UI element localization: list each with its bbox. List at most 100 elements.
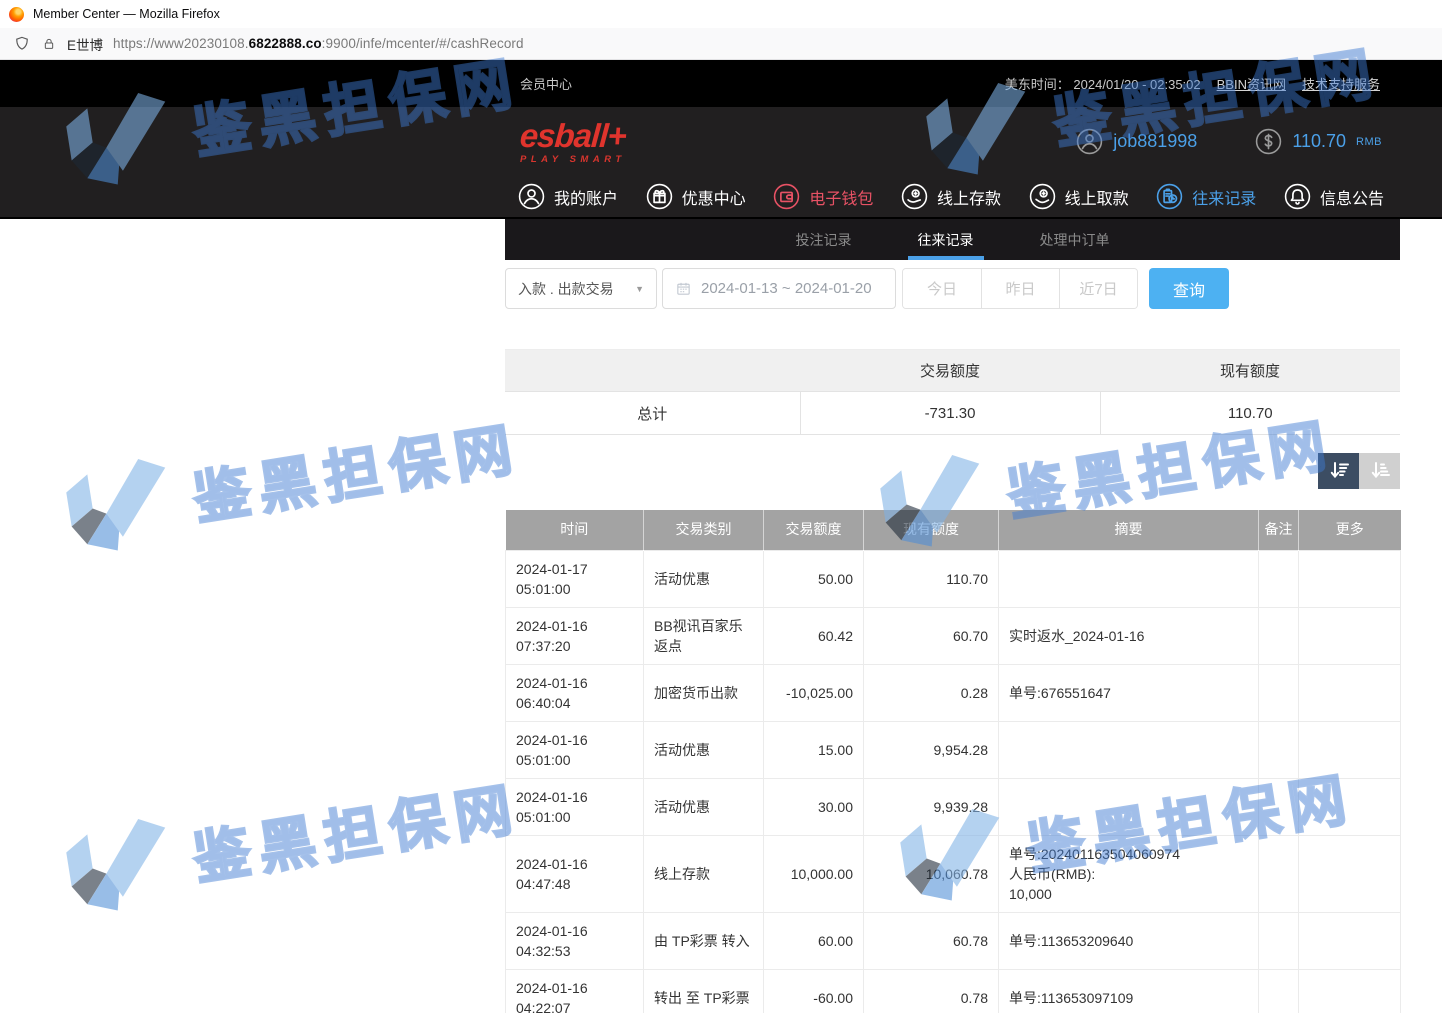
withdraw-icon xyxy=(1029,183,1056,210)
cell-balance: 9,954.28 xyxy=(864,721,999,778)
summary-transaction-total: -731.30 xyxy=(800,392,1100,435)
cell-time: 2024-01-16 07:37:20 xyxy=(506,607,644,664)
bell-icon xyxy=(1284,183,1311,210)
member-center-label[interactable]: 会员中心 xyxy=(520,74,572,93)
watermark: 鉴黑担保网 xyxy=(53,752,528,927)
summary-header-balance: 现有额度 xyxy=(1100,350,1400,392)
sort-asc-icon xyxy=(1368,459,1392,483)
cell-balance: 110.70 xyxy=(864,550,999,607)
site-header: esball+ PLAY SMART job881998 110.70 RMB xyxy=(0,107,1442,176)
cell-more xyxy=(1299,550,1401,607)
records-table: 时间 交易类别 交易额度 现有额度 摘要 备注 更多 2024-01-17 05… xyxy=(505,510,1401,1013)
quick-date-group: 今日 昨日 近7日 xyxy=(902,268,1138,309)
tech-support-link[interactable]: 技术支持服务 xyxy=(1302,74,1380,93)
nav-item-my-account[interactable]: 我的账户 xyxy=(518,183,618,210)
summary-row: 总计 -731.30 110.70 xyxy=(505,392,1400,435)
filter-row: 入款 . 出款交易 ▼ 2024-01-13 ~ 2024-01-20 今日 昨… xyxy=(505,268,1400,309)
cell-type: 由 TP彩票 转入 xyxy=(644,912,764,969)
cell-more xyxy=(1299,835,1401,912)
search-button[interactable]: 查询 xyxy=(1149,268,1229,309)
cell-time: 2024-01-16 04:22:07 xyxy=(506,969,644,1013)
cell-memo xyxy=(999,550,1259,607)
cell-memo xyxy=(999,721,1259,778)
watermark-logo-icon xyxy=(53,446,186,567)
cell-type: 活动优惠 xyxy=(644,550,764,607)
nav-item-promotions[interactable]: 优惠中心 xyxy=(646,183,746,210)
window-titlebar: Member Center — Mozilla Firefox xyxy=(0,0,1442,28)
tab-pending-orders[interactable]: 处理中订单 xyxy=(1030,219,1120,260)
cell-time: 2024-01-16 05:01:00 xyxy=(506,721,644,778)
sub-nav: 投注记录 往来记录 处理中订单 xyxy=(505,219,1400,260)
nav-item-withdraw[interactable]: 线上取款 xyxy=(1029,183,1129,210)
transaction-type-select[interactable]: 入款 . 出款交易 ▼ xyxy=(505,268,657,309)
gift-icon xyxy=(646,183,673,210)
sort-desc-icon xyxy=(1327,459,1351,483)
site-label: E世博 xyxy=(67,34,103,54)
lock-icon[interactable] xyxy=(41,36,57,52)
cell-time: 2024-01-17 05:01:00 xyxy=(506,550,644,607)
cell-balance: 0.78 xyxy=(864,969,999,1013)
cell-time: 2024-01-16 04:47:48 xyxy=(506,835,644,912)
table-header-row: 时间 交易类别 交易额度 现有额度 摘要 备注 更多 xyxy=(506,510,1401,550)
address-url[interactable]: https://www20230108.6822888.co:9900/infe… xyxy=(113,36,524,51)
tab-transaction-records[interactable]: 往来记录 xyxy=(908,219,984,260)
cell-amount: -60.00 xyxy=(764,969,864,1013)
nav-item-deposit[interactable]: 线上存款 xyxy=(901,183,1001,210)
sort-descending-button[interactable] xyxy=(1318,453,1359,489)
username: job881998 xyxy=(1113,131,1197,152)
nav-item-transaction-records[interactable]: 往来记录 xyxy=(1156,183,1256,210)
cell-memo: 实时返水_2024-01-16 xyxy=(999,607,1259,664)
cell-time: 2024-01-16 04:32:53 xyxy=(506,912,644,969)
cell-amount: 10,000.00 xyxy=(764,835,864,912)
yesterday-button[interactable]: 昨日 xyxy=(981,269,1059,308)
cell-type: 活动优惠 xyxy=(644,721,764,778)
cell-balance: 9,939.28 xyxy=(864,778,999,835)
bbin-news-link[interactable]: BBIN资讯网 xyxy=(1217,74,1286,93)
cell-more xyxy=(1299,912,1401,969)
sort-ascending-button[interactable] xyxy=(1359,453,1400,489)
date-range-input[interactable]: 2024-01-13 ~ 2024-01-20 xyxy=(662,268,896,309)
last7days-button[interactable]: 近7日 xyxy=(1059,269,1137,308)
esball-logo[interactable]: esball+ PLAY SMART xyxy=(520,119,626,165)
user-account[interactable]: job881998 xyxy=(1076,128,1197,155)
user-icon xyxy=(1076,128,1103,155)
table-row: 2024-01-16 06:40:04 加密货币出款 -10,025.00 0.… xyxy=(506,664,1401,721)
cell-amount: 30.00 xyxy=(764,778,864,835)
cell-memo: 单号:113653209640 xyxy=(999,912,1259,969)
main-nav: 我的账户 优惠中心 电子钱包 线上存款 线上取款 往来记录 信息公告 xyxy=(0,176,1442,219)
tab-bet-records[interactable]: 投注记录 xyxy=(786,219,862,260)
table-row: 2024-01-16 04:32:53 由 TP彩票 转入 60.00 60.7… xyxy=(506,912,1401,969)
deposit-icon xyxy=(901,183,928,210)
logo-text: esball+ xyxy=(519,119,627,152)
wallet-icon xyxy=(773,183,800,210)
table-row: 2024-01-16 05:01:00 活动优惠 15.00 9,954.28 xyxy=(506,721,1401,778)
table-row: 2024-01-17 05:01:00 活动优惠 50.00 110.70 xyxy=(506,550,1401,607)
top-strip: 会员中心 美东时间： 2024/01/20 - 02:35:02 BBIN资讯网… xyxy=(0,60,1442,107)
currency-label: RMB xyxy=(1356,136,1382,148)
nav-item-ewallet[interactable]: 电子钱包 xyxy=(773,183,873,210)
url-bar[interactable]: E世博 https://www20230108.6822888.co:9900/… xyxy=(0,28,1442,60)
watermark: 鉴黑担保网 xyxy=(53,392,528,567)
balance-display[interactable]: 110.70 RMB xyxy=(1255,128,1382,155)
header-more: 更多 xyxy=(1299,510,1401,550)
table-row: 2024-01-16 04:47:48 线上存款 10,000.00 10,06… xyxy=(506,835,1401,912)
table-row: 2024-01-16 04:22:07 转出 至 TP彩票 -60.00 0.7… xyxy=(506,969,1401,1013)
cell-memo xyxy=(999,778,1259,835)
cell-balance: 10,060.78 xyxy=(864,835,999,912)
cell-type: 加密货币出款 xyxy=(644,664,764,721)
logo-tagline: PLAY SMART xyxy=(520,155,626,165)
cell-type: 线上存款 xyxy=(644,835,764,912)
nav-item-announcements[interactable]: 信息公告 xyxy=(1284,183,1384,210)
today-button[interactable]: 今日 xyxy=(903,269,981,308)
cell-note xyxy=(1259,969,1299,1013)
header-time: 时间 xyxy=(506,510,644,550)
cell-type: 转出 至 TP彩票 xyxy=(644,969,764,1013)
cell-note xyxy=(1259,550,1299,607)
table-row: 2024-01-16 07:37:20 BB视讯百家乐返点 60.42 60.7… xyxy=(506,607,1401,664)
shield-icon[interactable] xyxy=(13,35,31,53)
chevron-down-icon: ▼ xyxy=(635,284,644,294)
watermark-text: 鉴黑担保网 xyxy=(187,763,526,896)
cell-note xyxy=(1259,778,1299,835)
header-type: 交易类别 xyxy=(644,510,764,550)
header-balance: 现有额度 xyxy=(864,510,999,550)
